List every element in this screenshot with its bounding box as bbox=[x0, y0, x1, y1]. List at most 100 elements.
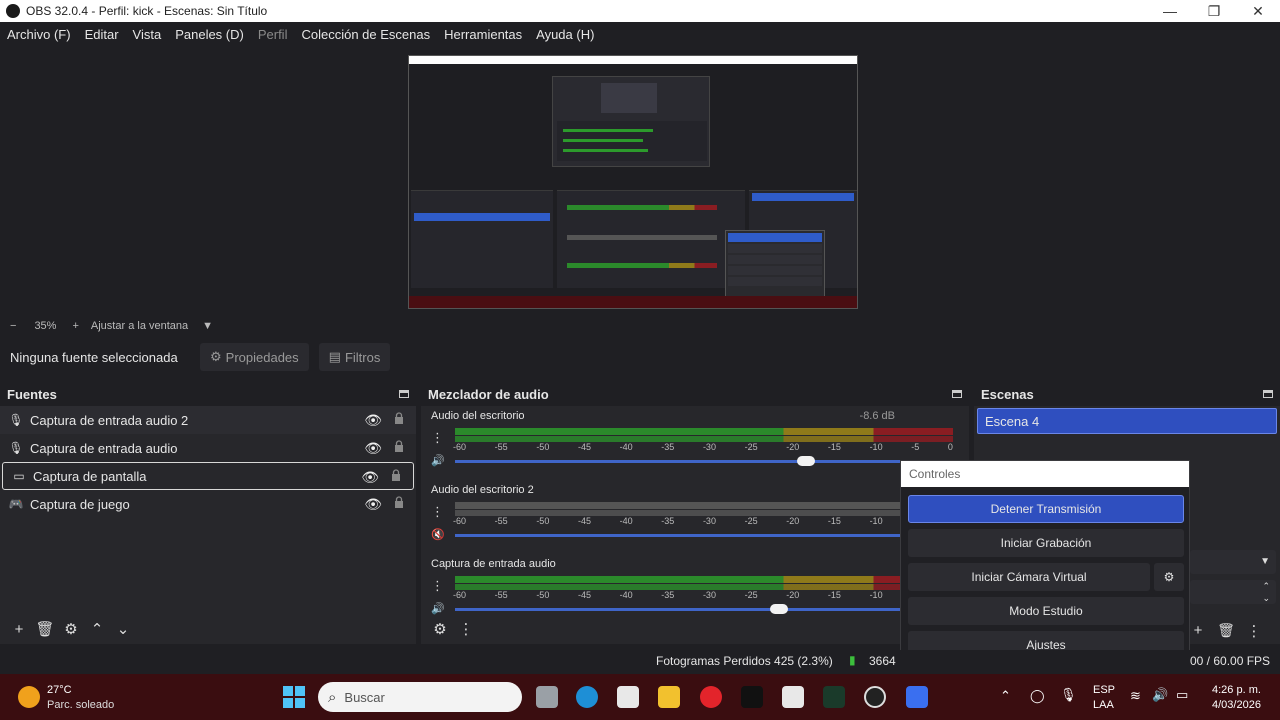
preview-area[interactable] bbox=[0, 46, 1280, 318]
location-icon[interactable]: ◯ bbox=[1030, 688, 1045, 704]
sources-dock: Fuentes 🎙 Captura de entrada audio 2 👁 🎙… bbox=[0, 382, 416, 644]
trash-icon[interactable]: 🗑 bbox=[32, 620, 58, 638]
wifi-icon[interactable]: ≋ bbox=[1130, 688, 1141, 704]
file-explorer-icon[interactable] bbox=[658, 686, 680, 708]
tiktok-icon[interactable] bbox=[741, 686, 763, 708]
source-item[interactable]: 🎮 Captura de juego 👁 bbox=[0, 490, 416, 518]
preview-taskbar bbox=[409, 296, 857, 308]
volume-icon[interactable]: 🔊 bbox=[1152, 687, 1168, 703]
battery-icon[interactable]: ▭ bbox=[1176, 687, 1188, 703]
menu-perfil[interactable]: Perfil bbox=[258, 27, 288, 42]
lock-icon[interactable] bbox=[394, 412, 404, 424]
properties-label: Propiedades bbox=[225, 349, 299, 365]
lock-icon[interactable] bbox=[394, 496, 404, 508]
menu-paneles[interactable]: Paneles (D) bbox=[175, 27, 244, 42]
add-source-button[interactable]: + bbox=[6, 621, 32, 638]
transitions-dropdown[interactable]: ▼ bbox=[1190, 550, 1276, 574]
start-record-button[interactable]: Iniciar Grabación bbox=[908, 529, 1184, 557]
volume-knob[interactable] bbox=[797, 456, 815, 466]
close-button[interactable]: ✕ bbox=[1236, 0, 1280, 22]
app-icon[interactable] bbox=[906, 686, 928, 708]
lock-icon[interactable] bbox=[391, 469, 401, 481]
eye-icon[interactable]: 👁 bbox=[364, 412, 382, 429]
advanced-audio-button[interactable]: ⚙ bbox=[427, 620, 453, 638]
tick-label: -25 bbox=[744, 516, 758, 526]
zoom-out-button[interactable]: − bbox=[10, 320, 16, 332]
fit-to-window-label[interactable]: Ajustar a la ventana bbox=[91, 320, 188, 332]
menu-ayuda[interactable]: Ayuda (H) bbox=[536, 27, 594, 42]
volume-slider[interactable] bbox=[455, 456, 905, 466]
terminal-icon[interactable] bbox=[823, 686, 845, 708]
source-settings-button[interactable]: ⚙ bbox=[58, 620, 84, 638]
channel-menu-button[interactable]: ⋮ bbox=[431, 578, 444, 594]
preview-nested-window bbox=[552, 76, 710, 167]
tick-label: -20 bbox=[786, 442, 800, 452]
delete-scene-button[interactable]: 🗑 bbox=[1212, 622, 1240, 640]
task-view-icon[interactable] bbox=[536, 686, 558, 708]
virtual-cam-settings-button[interactable]: ⚙ bbox=[1154, 563, 1184, 591]
move-up-button[interactable]: ⌃ bbox=[84, 620, 110, 638]
clock-time[interactable]: 4:26 p. m. bbox=[1212, 684, 1261, 696]
volume-slider[interactable] bbox=[455, 534, 905, 537]
tick-label: -20 bbox=[786, 516, 800, 526]
stop-stream-button[interactable]: Detener Transmisión bbox=[908, 495, 1184, 523]
source-item[interactable]: 🎙 Captura de entrada audio 👁 bbox=[0, 434, 416, 462]
speaker-icon[interactable]: 🔊 bbox=[431, 454, 445, 467]
undock-icon[interactable] bbox=[1263, 390, 1273, 398]
source-item[interactable]: 🎙 Captura de entrada audio 2 👁 bbox=[0, 406, 416, 434]
windows-start-icon[interactable] bbox=[283, 686, 305, 708]
scene-item[interactable]: Escena 4 bbox=[977, 408, 1277, 434]
source-label: Captura de entrada audio 2 bbox=[30, 412, 189, 428]
source-item[interactable]: ▭ Captura de pantalla 👁 bbox=[2, 462, 414, 490]
opera-icon[interactable] bbox=[700, 686, 722, 708]
move-down-button[interactable]: ⌄ bbox=[110, 620, 136, 638]
studio-mode-button[interactable]: Modo Estudio bbox=[908, 597, 1184, 625]
clock-date[interactable]: 4/03/2026 bbox=[1212, 699, 1261, 711]
properties-button[interactable]: ⚙ Propiedades bbox=[200, 343, 309, 371]
app-icon[interactable] bbox=[782, 686, 804, 708]
maximize-button[interactable]: ❐ bbox=[1192, 0, 1236, 22]
signal-icon: ▮ bbox=[849, 653, 856, 667]
undock-icon[interactable] bbox=[399, 390, 409, 398]
lang-layout[interactable]: LAA bbox=[1093, 699, 1114, 711]
sources-title: Fuentes bbox=[7, 386, 57, 402]
zoom-dropdown-icon[interactable]: ▼ bbox=[202, 320, 213, 332]
menu-coleccion-escenas[interactable]: Colección de Escenas bbox=[301, 27, 430, 42]
chevron-up-icon[interactable]: ⌃ bbox=[1000, 688, 1011, 704]
weather-temp[interactable]: 27°C bbox=[47, 684, 72, 696]
scene-menu-button[interactable]: ⋮ bbox=[1240, 622, 1268, 640]
start-virtual-cam-button[interactable]: Iniciar Cámara Virtual bbox=[908, 563, 1150, 591]
undock-icon[interactable] bbox=[952, 390, 962, 398]
obs-icon[interactable] bbox=[864, 686, 886, 708]
channel-menu-button[interactable]: ⋮ bbox=[431, 430, 444, 446]
menu-vista[interactable]: Vista bbox=[133, 27, 162, 42]
weather-desc[interactable]: Parc. soleado bbox=[47, 699, 114, 711]
menu-herramientas[interactable]: Herramientas bbox=[444, 27, 522, 42]
lang-code[interactable]: ESP bbox=[1093, 684, 1115, 696]
menu-archivo[interactable]: Archivo (F) bbox=[7, 27, 71, 42]
eye-icon[interactable]: 👁 bbox=[364, 496, 382, 513]
lock-icon[interactable] bbox=[394, 440, 404, 452]
search-box[interactable]: ⌕ Buscar bbox=[318, 682, 522, 712]
channel-menu-button[interactable]: ⋮ bbox=[431, 504, 444, 520]
filters-button[interactable]: ▤ Filtros bbox=[318, 343, 391, 371]
tick-label: -35 bbox=[661, 442, 675, 452]
volume-slider[interactable] bbox=[455, 604, 905, 614]
eye-icon[interactable]: 👁 bbox=[361, 469, 379, 486]
mixer-header: Mezclador de audio bbox=[421, 382, 969, 406]
eye-icon[interactable]: 👁 bbox=[364, 440, 382, 457]
edge-icon[interactable] bbox=[576, 686, 598, 708]
tick-label: -40 bbox=[619, 442, 633, 452]
duration-spinner[interactable]: ⌃ ⌄ bbox=[1190, 580, 1276, 604]
tick-label: -10 bbox=[869, 590, 883, 600]
microphone-icon[interactable]: 🎙 bbox=[1060, 687, 1077, 703]
volume-knob[interactable] bbox=[770, 604, 788, 614]
menu-editar[interactable]: Editar bbox=[85, 27, 119, 42]
minimize-button[interactable]: — bbox=[1148, 0, 1192, 22]
muted-speaker-icon[interactable]: 🔇 bbox=[431, 528, 445, 541]
mixer-menu-button[interactable]: ⋮ bbox=[453, 620, 479, 638]
windows-taskbar: 27°C Parc. soleado ⌕ Buscar ⌃ ◯ 🎙 ESP LA… bbox=[0, 674, 1280, 720]
zoom-in-button[interactable]: + bbox=[72, 320, 78, 332]
source-label: Captura de juego bbox=[30, 496, 130, 512]
app-icon[interactable] bbox=[617, 686, 639, 708]
